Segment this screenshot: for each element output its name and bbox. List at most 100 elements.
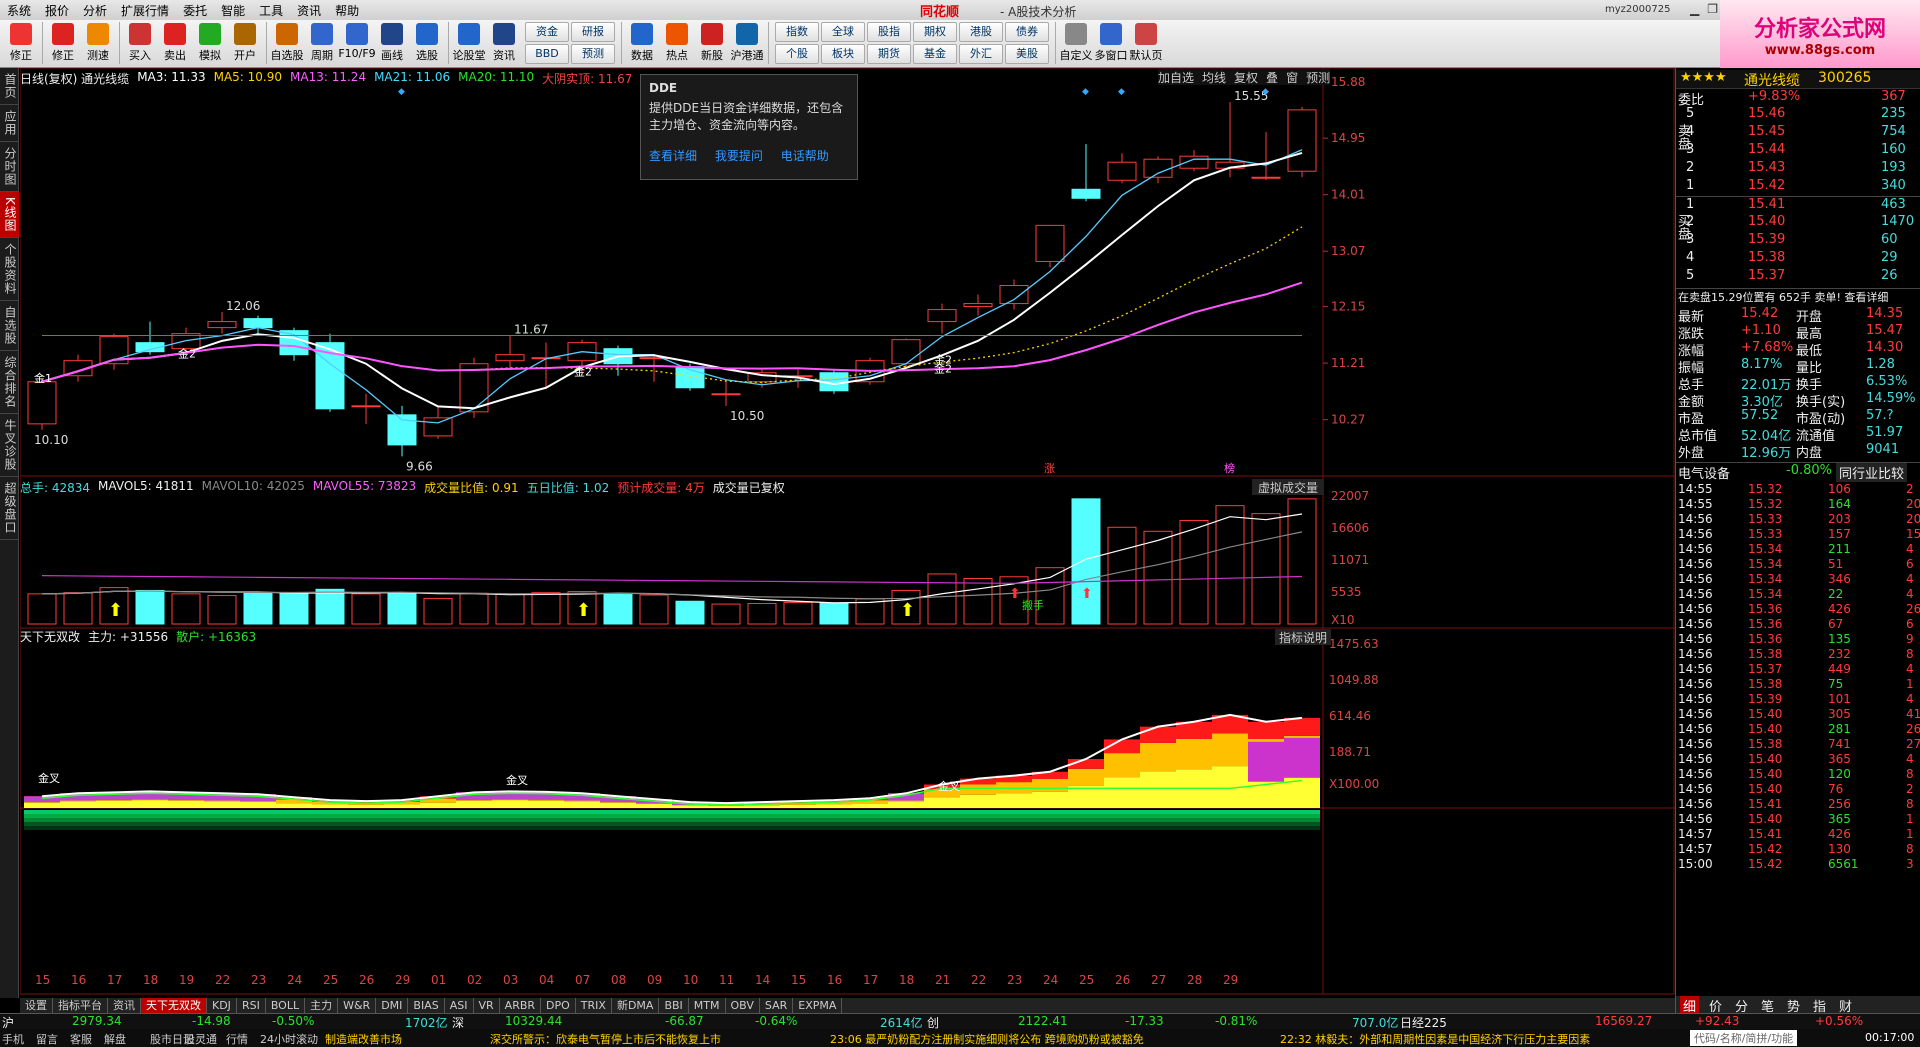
toolbar-button-8[interactable]: F10/F9 [338,20,376,66]
chart-canvas[interactable]: 15.88 14.95 14.01 13.07 12.15 11.21 10.27 12.06… [19,67,1675,998]
quote-tab-3[interactable]: 笔 [1758,996,1777,1014]
menu-item-7[interactable]: 资讯 [290,2,328,19]
toolbar-grid-3[interactable]: 预测 [571,44,615,64]
volume-bar[interactable] [495,593,525,625]
candle[interactable] [531,342,561,388]
menu-item-3[interactable]: 扩展行情 [114,2,176,19]
market-button-9[interactable]: 基金 [913,44,957,64]
news-3[interactable]: 23:06 最严奶粉配方注册制实施细则将公布 跨境购奶粉或被豁免 [830,1031,1144,1047]
cy-index[interactable]: 2122.41 [1018,1014,1068,1028]
volume-bar[interactable] [207,595,237,625]
volume-bar[interactable] [927,573,957,625]
menu-item-6[interactable]: 工具 [252,2,290,19]
volume-bar[interactable] [63,592,93,625]
indicator-tab-14[interactable]: DPO [541,998,576,1014]
toolbar-button-9[interactable]: 画线 [375,20,409,66]
toolbar-button-right-0[interactable]: 自定义 [1059,20,1093,66]
market-button-3[interactable]: 期权 [913,22,957,42]
chart-tool-0[interactable]: 加自选 [1158,69,1194,85]
volume-bar[interactable] [135,589,165,625]
tooltip-link-phone[interactable]: 电话帮助 [781,149,829,163]
toolbar-button-6[interactable]: 自选股 [270,20,304,66]
toolbar-grid-2[interactable]: BBD [525,44,569,64]
toolbar-button-3[interactable]: 卖出 [158,20,192,66]
status-item-1[interactable]: 留言 [36,1031,58,1047]
toolbar-button-5[interactable]: 开户 [228,20,262,66]
menu-item-8[interactable]: 帮助 [328,2,366,19]
menu-item-2[interactable]: 分析 [76,2,114,19]
chart-tool-1[interactable]: 均线 [1202,69,1226,85]
market-button-10[interactable]: 外汇 [959,44,1003,64]
candle[interactable] [1287,106,1317,178]
indicator-tab-19[interactable]: OBV [726,998,760,1014]
toolbar-button-1[interactable]: 测速 [81,20,115,66]
indicator-tab-1[interactable]: 指标平台 [53,998,108,1014]
indicator-tab-17[interactable]: BBI [659,998,689,1014]
quote-tab-5[interactable]: 指 [1810,996,1829,1014]
market-button-5[interactable]: 债券 [1005,22,1049,42]
volume-bar[interactable] [279,592,309,625]
candle[interactable] [1251,132,1281,181]
volume-bar[interactable] [675,600,705,625]
indicator-tab-4[interactable]: KDJ [207,998,237,1014]
volume-bar[interactable] [963,577,993,625]
volume-bar[interactable] [819,602,849,625]
volume-bar[interactable] [387,592,417,625]
market-button-6[interactable]: 个股 [775,44,819,64]
candle[interactable] [495,335,525,370]
menu-item-1[interactable]: 报价 [38,2,76,19]
candle[interactable] [927,303,957,334]
candle[interactable] [711,381,741,406]
news-2[interactable]: 深交所警示：欣泰电气暂停上市后不能恢复上市 [490,1031,721,1047]
toolbar-button-4[interactable]: 模拟 [193,20,227,66]
market-button-2[interactable]: 股指 [867,22,911,42]
news-1[interactable]: 制造端改善市场 [325,1031,402,1047]
market-button-8[interactable]: 期货 [867,44,911,64]
indicator-tab-5[interactable]: RSI [237,998,266,1014]
toolbar-button-home[interactable]: 修正 [4,20,38,66]
candle[interactable] [603,345,633,376]
menu-item-4[interactable]: 委托 [176,2,214,19]
toolbar-button-right-1[interactable]: 多窗口 [1094,20,1128,66]
volume-bar[interactable] [423,597,453,625]
market-button-11[interactable]: 美股 [1005,44,1049,64]
indicator-tab-21[interactable]: EXPMA [793,998,843,1014]
candle[interactable] [1071,144,1101,202]
toolbar-grid-1[interactable]: 研报 [571,22,615,42]
sz-index[interactable]: 10329.44 [505,1014,562,1028]
toolbar-button-11[interactable]: 论股堂 [452,20,486,66]
sector-compare-button[interactable]: 同行业比较 [1836,463,1908,482]
candle[interactable] [27,378,57,430]
sh-index[interactable]: 2979.34 [72,1014,122,1028]
quote-tab-6[interactable]: 财 [1836,996,1855,1014]
volume-bar[interactable] [315,588,345,625]
left-tab-2[interactable]: 分时图 [0,142,19,192]
left-tab-6[interactable]: 综合排名 [0,351,19,414]
indicator-tab-20[interactable]: SAR [760,998,794,1014]
status-item-6[interactable]: 行情 [226,1031,248,1047]
search-input[interactable]: 代码/名称/简拼/功能 [1690,1030,1798,1046]
chart-tool-2[interactable]: 复权 [1234,69,1258,85]
market-button-4[interactable]: 港股 [959,22,1003,42]
left-tab-8[interactable]: 超级盘口 [0,477,19,540]
left-tab-4[interactable]: 个股资料 [0,238,19,301]
left-tab-7[interactable]: 牛叉诊股 [0,414,19,477]
toolbar-button-mid-3[interactable]: 沪港通 [730,20,764,66]
status-item-5[interactable]: 股灵通 [184,1031,217,1047]
left-tab-1[interactable]: 应用 [0,105,19,142]
chart-tool-3[interactable]: 叠 [1266,69,1278,85]
candle[interactable] [1179,150,1209,172]
volume-bar[interactable] [1071,498,1101,625]
volume-bar[interactable] [603,593,633,625]
big-order-text[interactable]: 在卖盘15.29位置有 652手 卖单! 查看详细 [1678,289,1888,305]
market-button-0[interactable]: 指数 [775,22,819,42]
indicator-tab-8[interactable]: W&R [338,998,377,1014]
minimize-icon[interactable]: ▁ [1690,2,1699,16]
menu-item-5[interactable]: 智能 [214,2,252,19]
toolbar-button-12[interactable]: 资讯 [487,20,521,66]
toolbar-button-mid-0[interactable]: 数据 [625,20,659,66]
toolbar-button-7[interactable]: 周期 [305,20,339,66]
candle[interactable] [1107,153,1137,184]
volume-bar[interactable] [1107,526,1137,625]
indicator-tab-12[interactable]: VR [474,998,500,1014]
